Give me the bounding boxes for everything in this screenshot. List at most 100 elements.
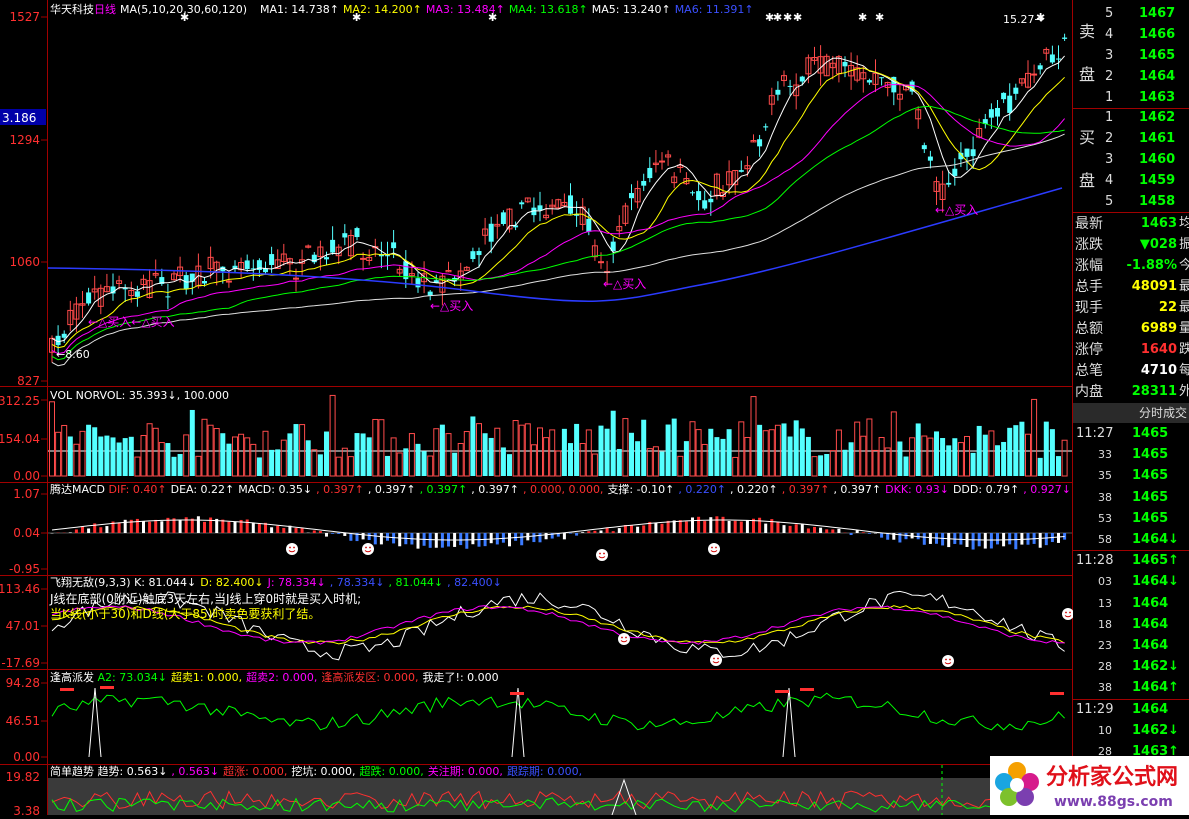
vol-bar bbox=[275, 449, 280, 476]
candle-body bbox=[952, 169, 957, 176]
macd-bar bbox=[325, 533, 328, 537]
macd-bar bbox=[368, 533, 371, 540]
vol-bar bbox=[226, 444, 231, 476]
price-axis-mid2: 1060 bbox=[9, 255, 40, 269]
candle-body bbox=[538, 205, 543, 210]
tick-price: 1464 bbox=[1132, 700, 1168, 720]
tick-price: 1462↓ bbox=[1132, 721, 1179, 741]
macd-bar bbox=[539, 533, 542, 542]
tick-price: 1465 bbox=[1132, 466, 1168, 486]
candle-body bbox=[86, 292, 91, 303]
vol-bar bbox=[361, 433, 366, 476]
vol-bar bbox=[794, 420, 799, 476]
bid-price: 1460 bbox=[1139, 150, 1175, 170]
macd-bar bbox=[203, 522, 206, 533]
vol-bar bbox=[440, 425, 445, 476]
bid-price: 1461 bbox=[1139, 129, 1175, 149]
bid-level: 4 bbox=[1105, 171, 1113, 191]
candle-body bbox=[294, 278, 299, 279]
quote-separator bbox=[1073, 212, 1189, 213]
tick-time: 11:29 bbox=[1076, 700, 1113, 720]
vol-bar bbox=[294, 424, 299, 476]
vol-bar bbox=[904, 457, 909, 476]
macd-bar bbox=[508, 533, 511, 546]
stock-chart[interactable]: 1527 1294 1060 827 312.25 154.04 0.00 1.… bbox=[0, 0, 1073, 815]
vol-bar bbox=[721, 439, 726, 476]
vol-bar bbox=[1050, 429, 1055, 476]
macd-bar bbox=[313, 530, 316, 533]
macd-bar bbox=[343, 533, 346, 536]
macd-bar bbox=[1045, 533, 1048, 545]
vol-bar bbox=[1007, 428, 1012, 476]
signal-star-icon: ✱ bbox=[858, 11, 867, 24]
low-price-label: ←8.60 bbox=[56, 348, 90, 361]
candle-body bbox=[269, 254, 274, 265]
tick-time: 53 bbox=[1098, 509, 1112, 529]
logo-title: 分析家公式网 bbox=[1046, 764, 1178, 790]
macd-bar bbox=[197, 516, 200, 533]
macd-axis-0: 1.07 bbox=[13, 487, 40, 501]
kg-red-mark bbox=[60, 688, 74, 691]
vol-bar bbox=[672, 419, 677, 476]
kdj-note-2: 当K线(小于30)和D线(大于85)时卖色要获利了结。 bbox=[50, 607, 320, 621]
vol-bar bbox=[940, 438, 945, 476]
signal-star-icon: ✱ bbox=[875, 11, 884, 24]
vol-bar bbox=[1013, 425, 1018, 476]
quote-value: -1.88% bbox=[1117, 256, 1177, 276]
macd-bar bbox=[880, 533, 883, 538]
macd-bar bbox=[776, 522, 779, 533]
candle-body bbox=[965, 149, 970, 157]
candle-body bbox=[501, 212, 506, 224]
vol-bar bbox=[684, 441, 689, 476]
ask-price: 1467 bbox=[1139, 4, 1175, 24]
macd-bar bbox=[715, 516, 718, 533]
macd-bar bbox=[850, 533, 853, 535]
macd-bar bbox=[758, 518, 761, 533]
vol-bar bbox=[501, 447, 506, 476]
bid-level: 5 bbox=[1105, 192, 1113, 212]
vol-bar bbox=[800, 428, 805, 476]
macd-bar bbox=[789, 526, 792, 533]
ask-price: 1464 bbox=[1139, 67, 1175, 87]
vol-bar bbox=[629, 433, 634, 476]
vol-bar bbox=[946, 445, 951, 476]
macd-bar bbox=[99, 527, 102, 533]
flower-logo-icon bbox=[995, 762, 1039, 806]
macd-bar bbox=[380, 533, 383, 544]
tick-time: 33 bbox=[1098, 445, 1112, 465]
vol-bar bbox=[635, 441, 640, 476]
sell-label: 卖 bbox=[1079, 22, 1095, 42]
macd-bar bbox=[703, 521, 706, 533]
vol-bar bbox=[562, 429, 567, 476]
macd-bar bbox=[545, 533, 548, 539]
price-axis-mid1: 1294 bbox=[9, 133, 40, 147]
macd-bar bbox=[740, 522, 743, 533]
vol-bar bbox=[611, 411, 616, 476]
smiley-icon bbox=[286, 543, 298, 555]
candle-body bbox=[330, 240, 335, 253]
vol-axis-1: 154.04 bbox=[0, 432, 40, 446]
quote-key: 总额 bbox=[1075, 319, 1103, 339]
quote-value: 1640 bbox=[1117, 340, 1177, 360]
tick-time: 38 bbox=[1098, 488, 1112, 508]
macd-bar bbox=[685, 521, 688, 533]
vol-bar bbox=[92, 427, 97, 476]
macd-bar bbox=[209, 518, 212, 533]
quote-value: 28311 bbox=[1117, 382, 1177, 402]
macd-bar bbox=[953, 533, 956, 544]
macd-bar bbox=[709, 517, 712, 533]
quote-key: 最新 bbox=[1075, 214, 1103, 234]
smiley-icon bbox=[942, 655, 954, 667]
tick-price: 1462↓ bbox=[1132, 657, 1179, 677]
tick-price: 1464↑ bbox=[1132, 678, 1179, 698]
macd-bar bbox=[1008, 533, 1011, 544]
kg-red-mark bbox=[100, 686, 114, 689]
macd-bar bbox=[1057, 533, 1060, 543]
sell-label: 盘 bbox=[1079, 65, 1095, 85]
tick-time: 28 bbox=[1098, 657, 1112, 677]
vol-bar bbox=[489, 438, 494, 476]
tick-price: 1465↑ bbox=[1132, 551, 1179, 571]
smiley-icon bbox=[708, 543, 720, 555]
vol-bar bbox=[483, 433, 488, 476]
tick-price: 1464 bbox=[1132, 636, 1168, 656]
